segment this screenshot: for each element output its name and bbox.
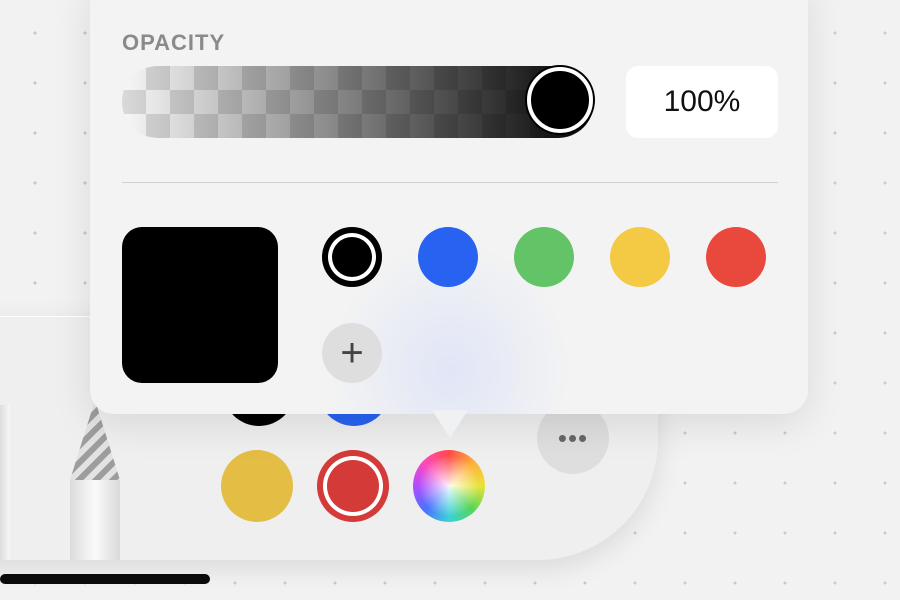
swatch-blue[interactable] — [418, 227, 478, 287]
palette-swatch-red[interactable] — [317, 450, 389, 522]
palette-swatch-yellow[interactable] — [221, 450, 293, 522]
popover-arrow — [432, 410, 468, 438]
tool-partial[interactable] — [0, 405, 10, 560]
swatch-red[interactable] — [706, 227, 766, 287]
opacity-label: OPACITY — [122, 30, 226, 55]
current-color-preview[interactable] — [122, 227, 278, 383]
swatch-green[interactable] — [514, 227, 574, 287]
plus-icon: + — [340, 331, 364, 375]
opacity-slider-thumb[interactable] — [527, 67, 593, 133]
opacity-value-field[interactable]: 100% — [626, 66, 778, 138]
add-color-button[interactable]: + — [322, 323, 382, 383]
divider — [122, 182, 778, 183]
swatch-yellow[interactable] — [610, 227, 670, 287]
palette-swatch-multicolor[interactable] — [413, 450, 485, 522]
ellipsis-icon: ••• — [557, 422, 589, 453]
swatch-black[interactable] — [322, 227, 382, 287]
home-indicator — [0, 574, 210, 584]
opacity-slider[interactable] — [122, 66, 594, 138]
